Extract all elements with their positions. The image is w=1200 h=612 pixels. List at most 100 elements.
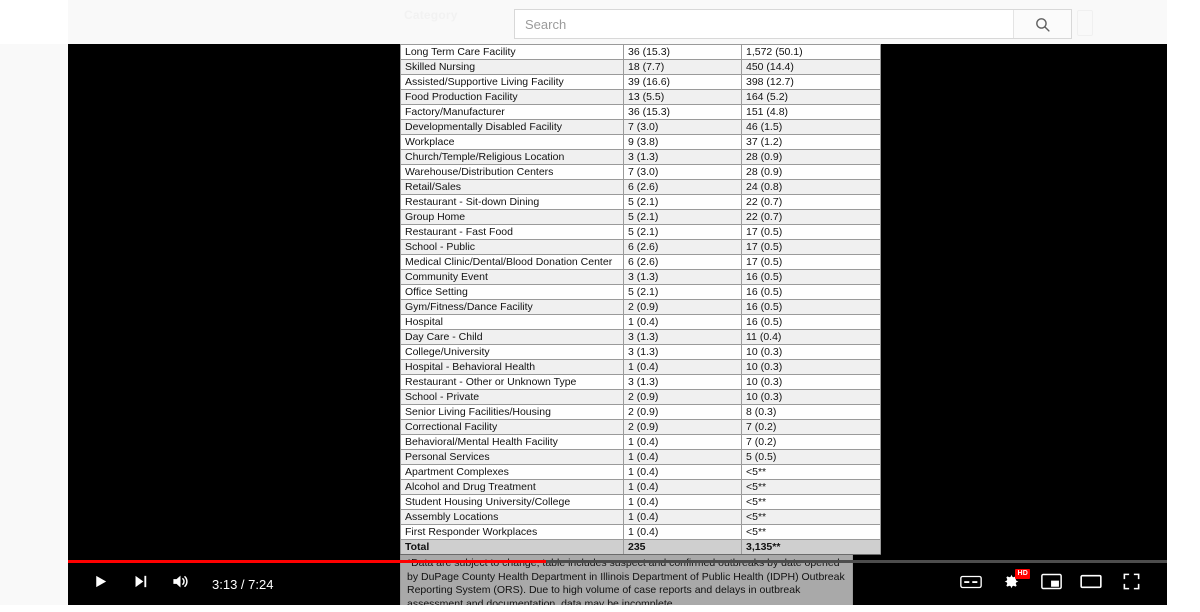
table-cell-setting: Gym/Fitness/Dance Facility <box>400 299 624 315</box>
table-cell-setting: Hospital - Behavioral Health <box>400 359 624 375</box>
table-cell-outbreaks: 5 (2.1) <box>623 194 742 210</box>
table-cell-setting: Group Home <box>400 209 624 225</box>
table-cell-cases: 7 (0.2) <box>741 434 881 450</box>
table-row: Food Production Facility 13 (5.5) 164 (5.2… <box>400 89 881 105</box>
table-cell-cases: 5 (0.5) <box>741 449 881 465</box>
table-cell-outbreaks: 5 (2.1) <box>623 224 742 240</box>
table-cell-outbreaks: 6 (2.6) <box>623 179 742 195</box>
settings-button[interactable]: HD <box>991 563 1031 605</box>
table-cell-setting: Food Production Facility <box>400 89 624 105</box>
table-cell-outbreaks: 1 (0.4) <box>623 434 742 450</box>
captions-button[interactable] <box>951 563 991 605</box>
search-icon <box>1034 16 1051 33</box>
table-row: Senior Living Facilities/Housing 2 (0.9) 8… <box>400 404 881 420</box>
table-cell-outbreaks: 1 (0.4) <box>623 479 742 495</box>
table-cell-setting: Office Setting <box>400 284 624 300</box>
table-cell-cases: 1,572 (50.1) <box>741 44 881 60</box>
table-cell-outbreaks: 2 (0.9) <box>623 389 742 405</box>
table-cell-cases: <5** <box>741 494 881 510</box>
table-cell-setting: School - Public <box>400 239 624 255</box>
table-cell-setting: Retail/Sales <box>400 179 624 195</box>
table-row: Restaurant - Other or Unknown Type 3 (1.3… <box>400 374 881 390</box>
next-video-button[interactable] <box>120 563 160 605</box>
table-row: Workplace 9 (3.8) 37 (1.2) <box>400 134 881 150</box>
table-cell-cases: <5** <box>741 524 881 540</box>
table-cell-cases: 28 (0.9) <box>741 149 881 165</box>
table-row: Student Housing University/College 1 (0.4… <box>400 494 881 510</box>
table-cell-outbreaks: 1 (0.4) <box>623 509 742 525</box>
filter-box-placeholder <box>1077 10 1093 36</box>
search-bar[interactable] <box>514 9 1072 39</box>
table-row: Personal Services 1 (0.4) 5 (0.5) <box>400 449 881 465</box>
outbreak-settings-table: Long Term Care Facility 36 (15.3) 1,572 (5… <box>400 44 881 605</box>
table-row: Warehouse/Distribution Centers 7 (3.0) 28 … <box>400 164 881 180</box>
table-row: Alcohol and Drug Treatment 1 (0.4) <5** <box>400 479 881 495</box>
table-cell-setting: First Responder Workplaces <box>400 524 624 540</box>
table-cell-outbreaks: 36 (15.3) <box>623 104 742 120</box>
table-cell-setting: Community Event <box>400 269 624 285</box>
table-cell-setting: Alcohol and Drug Treatment <box>400 479 624 495</box>
table-row: School - Private 2 (0.9) 10 (0.3) <box>400 389 881 405</box>
search-input[interactable] <box>515 10 1013 38</box>
table-cell-cases: 450 (14.4) <box>741 59 881 75</box>
miniplayer-button[interactable] <box>1031 563 1071 605</box>
table-cell-cases: 10 (0.3) <box>741 344 881 360</box>
table-cell-cases: 17 (0.5) <box>741 224 881 240</box>
table-cell-outbreaks: 9 (3.8) <box>623 134 742 150</box>
table-cell-cases: 10 (0.3) <box>741 359 881 375</box>
closed-captions-icon <box>960 574 982 595</box>
table-cell-outbreaks: 3 (1.3) <box>623 149 742 165</box>
table-cell-setting: Hospital <box>400 314 624 330</box>
data-table: Long Term Care Facility 36 (15.3) 1,572 (5… <box>400 44 881 555</box>
fullscreen-button[interactable] <box>1111 563 1151 605</box>
page-left-column <box>0 44 68 612</box>
table-cell-cases: 16 (0.5) <box>741 284 881 300</box>
table-row: Apartment Complexes 1 (0.4) <5** <box>400 464 881 480</box>
table-cell-setting: Skilled Nursing <box>400 59 624 75</box>
table-cell-outbreaks: 36 (15.3) <box>623 44 742 60</box>
play-icon <box>92 573 109 595</box>
volume-button[interactable] <box>160 563 200 605</box>
table-cell-cases: 16 (0.5) <box>741 314 881 330</box>
table-cell-outbreaks: 1 (0.4) <box>623 314 742 330</box>
table-cell-setting: Factory/Manufacturer <box>400 104 624 120</box>
table-cell-outbreaks: 18 (7.7) <box>623 59 742 75</box>
table-cell-setting: Senior Living Facilities/Housing <box>400 404 624 420</box>
table-row: Church/Temple/Religious Location 3 (1.3) 2… <box>400 149 881 165</box>
search-button[interactable] <box>1013 10 1071 38</box>
table-cell-cases: 164 (5.2) <box>741 89 881 105</box>
table-cell-cases: 151 (4.8) <box>741 104 881 120</box>
video-player[interactable]: Long Term Care Facility 36 (15.3) 1,572 (5… <box>68 44 1167 605</box>
table-cell-cases: 398 (12.7) <box>741 74 881 90</box>
table-cell-outbreaks: 3 (1.3) <box>623 269 742 285</box>
table-cell-cases: 22 (0.7) <box>741 209 881 225</box>
play-button[interactable] <box>80 563 120 605</box>
table-cell-cases: 11 (0.4) <box>741 329 881 345</box>
table-cell-setting: Workplace <box>400 134 624 150</box>
table-cell-setting: Long Term Care Facility <box>400 44 624 60</box>
table-total-cases: 3,135** <box>741 539 881 555</box>
table-cell-setting: College/University <box>400 344 624 360</box>
table-row: Factory/Manufacturer 36 (15.3) 151 (4.8) <box>400 104 881 120</box>
table-cell-cases: 16 (0.5) <box>741 299 881 315</box>
table-cell-outbreaks: 39 (16.6) <box>623 74 742 90</box>
table-cell-outbreaks: 6 (2.6) <box>623 254 742 270</box>
table-cell-setting: Apartment Complexes <box>400 464 624 480</box>
player-controls-left: 3:13 / 7:24 <box>68 563 273 605</box>
table-cell-cases: <5** <box>741 464 881 480</box>
page-bottom-strip <box>0 605 1200 612</box>
table-row: Retail/Sales 6 (2.6) 24 (0.8) <box>400 179 881 195</box>
table-cell-outbreaks: 2 (0.9) <box>623 404 742 420</box>
player-controls: 3:13 / 7:24 HD <box>68 563 1167 605</box>
table-cell-outbreaks: 13 (5.5) <box>623 89 742 105</box>
table-row: Medical Clinic/Dental/Blood Donation Cen… <box>400 254 881 270</box>
table-row: Group Home 5 (2.1) 22 (0.7) <box>400 209 881 225</box>
table-cell-outbreaks: 6 (2.6) <box>623 239 742 255</box>
table-total-outbreaks: 235 <box>623 539 742 555</box>
table-cell-cases: 28 (0.9) <box>741 164 881 180</box>
table-cell-outbreaks: 1 (0.4) <box>623 359 742 375</box>
table-cell-cases: 8 (0.3) <box>741 404 881 420</box>
table-cell-outbreaks: 1 (0.4) <box>623 449 742 465</box>
table-row: Behavioral/Mental Health Facility 1 (0.4)… <box>400 434 881 450</box>
theater-mode-button[interactable] <box>1071 563 1111 605</box>
